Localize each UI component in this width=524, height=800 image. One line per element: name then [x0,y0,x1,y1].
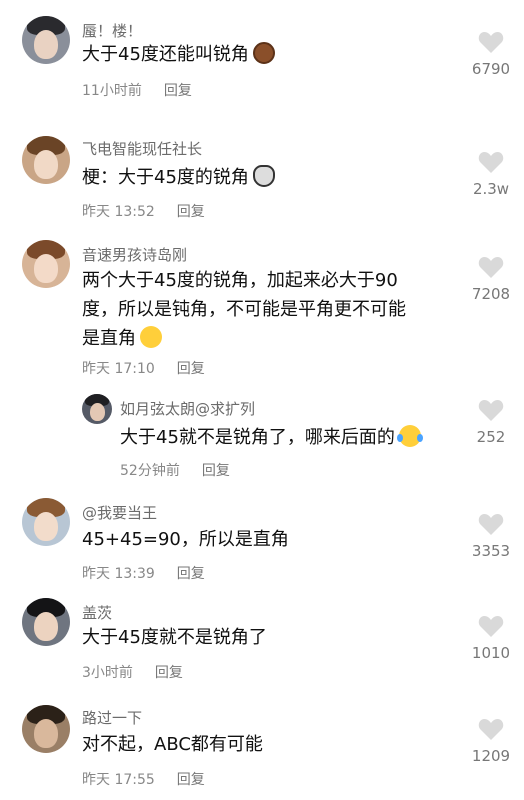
comment-text-content: 梗：大于45度的锐角 [82,167,249,188]
avatar[interactable] [22,16,70,64]
like-count: 1010 [471,644,511,662]
comment-text-content: 对不起，ABC都有可能 [82,734,263,755]
comment-item: 盖茨 大于45度就不是锐角了 3小时前 回复 1010 [0,590,524,695]
like-button[interactable]: 1010 [461,614,521,662]
comment-text-line: 是直角 [82,328,136,349]
avatar[interactable] [22,598,70,646]
username[interactable]: 如月弦太朗@求扩列 [120,398,255,419]
comment-meta: 昨天 13:52 回复 [82,201,205,221]
reply-button[interactable]: 回复 [177,361,205,377]
heart-icon [478,719,504,740]
username[interactable]: 盖茨 [82,602,112,623]
avatar[interactable] [22,498,70,546]
cat-emoji [252,165,275,187]
like-button[interactable]: 6790 [461,30,521,78]
cookie-emoji [252,42,275,64]
comment-text-content: 大于45度还能叫锐角 [82,44,249,65]
timestamp: 52分钟前 [120,463,180,479]
comment-meta: 昨天 17:10 回复 [82,358,205,378]
comment-item: 飞电智能现任社长 梗：大于45度的锐角 昨天 13:52 回复 2.3w [0,120,524,230]
comment-item: 路过一下 对不起，ABC都有可能 昨天 17:55 回复 1209 [0,695,524,800]
heart-icon [478,32,504,53]
reply-button[interactable]: 回复 [177,204,205,220]
avatar[interactable] [22,705,70,753]
heart-icon [478,152,504,173]
timestamp: 昨天 17:10 [82,361,155,377]
comment-text-content: 大于45度就不是锐角了 [82,627,267,648]
timestamp: 3小时前 [82,665,133,681]
like-count: 3353 [471,542,511,560]
comment-text-content: 大于45就不是锐角了，哪来后面的 [120,427,395,448]
laugh-cry-emoji [396,425,423,447]
reply-button[interactable]: 回复 [177,772,205,788]
comment-text-line: 度，所以是钝角，不可能是平角更不可能 [82,299,406,320]
like-button[interactable]: 2.3w [461,150,521,198]
avatar[interactable] [22,136,70,184]
comment-meta: 3小时前 回复 [82,662,183,682]
reply-item: 如月弦太朗@求扩列 大于45就不是锐角了，哪来后面的 52分钟前 回复 252 [0,390,524,490]
reply-button[interactable]: 回复 [155,665,183,681]
like-button[interactable]: 7208 [461,255,521,303]
like-count: 252 [476,428,506,446]
timestamp: 昨天 13:52 [82,204,155,220]
username[interactable]: 蜃！楼！ [82,20,142,41]
heart-icon [478,400,504,421]
comment-item: @我要当王 45+45=90，所以是直角 昨天 13:39 回复 3353 [0,490,524,590]
comment-text: 45+45=90，所以是直角 [82,525,289,554]
reply-button[interactable]: 回复 [202,463,230,479]
timestamp: 昨天 13:39 [82,566,155,582]
comment-text: 大于45度还能叫锐角 [82,40,275,69]
comment-text: 大于45就不是锐角了，哪来后面的 [120,423,423,452]
like-count: 1209 [471,747,511,765]
like-button[interactable]: 3353 [461,512,521,560]
like-count: 6790 [471,60,511,78]
username[interactable]: 路过一下 [82,707,142,728]
comment-meta: 11小时前 回复 [82,80,192,100]
avatar[interactable] [82,394,112,424]
comment-meta: 昨天 13:39 回复 [82,563,205,583]
comment-text-content: 45+45=90，所以是直角 [82,529,289,550]
timestamp: 11小时前 [82,83,142,99]
heart-icon [478,616,504,637]
comment-meta: 52分钟前 回复 [120,460,230,480]
like-button[interactable]: 1209 [461,717,521,765]
avatar[interactable] [22,240,70,288]
comment-text: 对不起，ABC都有可能 [82,730,263,759]
like-button[interactable]: 252 [461,398,521,446]
comment-text: 大于45度就不是锐角了 [82,623,267,652]
comment-item: 蜃！楼！ 大于45度还能叫锐角 11小时前 回复 6790 [0,0,524,120]
comment-text: 两个大于45度的锐角，加起来必大于90 度，所以是钝角，不可能是平角更不可能 是… [82,266,452,353]
like-count: 7208 [471,285,511,303]
comment-text: 梗：大于45度的锐角 [82,163,275,192]
username[interactable]: 音速男孩诗岛刚 [82,244,187,265]
comment-text-line: 两个大于45度的锐角，加起来必大于90 [82,270,398,291]
username[interactable]: @我要当王 [82,502,157,523]
timestamp: 昨天 17:55 [82,772,155,788]
reply-button[interactable]: 回复 [164,83,192,99]
laugh-sweat-emoji [140,326,162,348]
comment-item: 音速男孩诗岛刚 两个大于45度的锐角，加起来必大于90 度，所以是钝角，不可能是… [0,230,524,390]
heart-icon [478,257,504,278]
username[interactable]: 飞电智能现任社长 [82,138,202,159]
reply-button[interactable]: 回复 [177,566,205,582]
heart-icon [478,514,504,535]
comment-meta: 昨天 17:55 回复 [82,769,205,789]
like-count: 2.3w [472,180,510,198]
